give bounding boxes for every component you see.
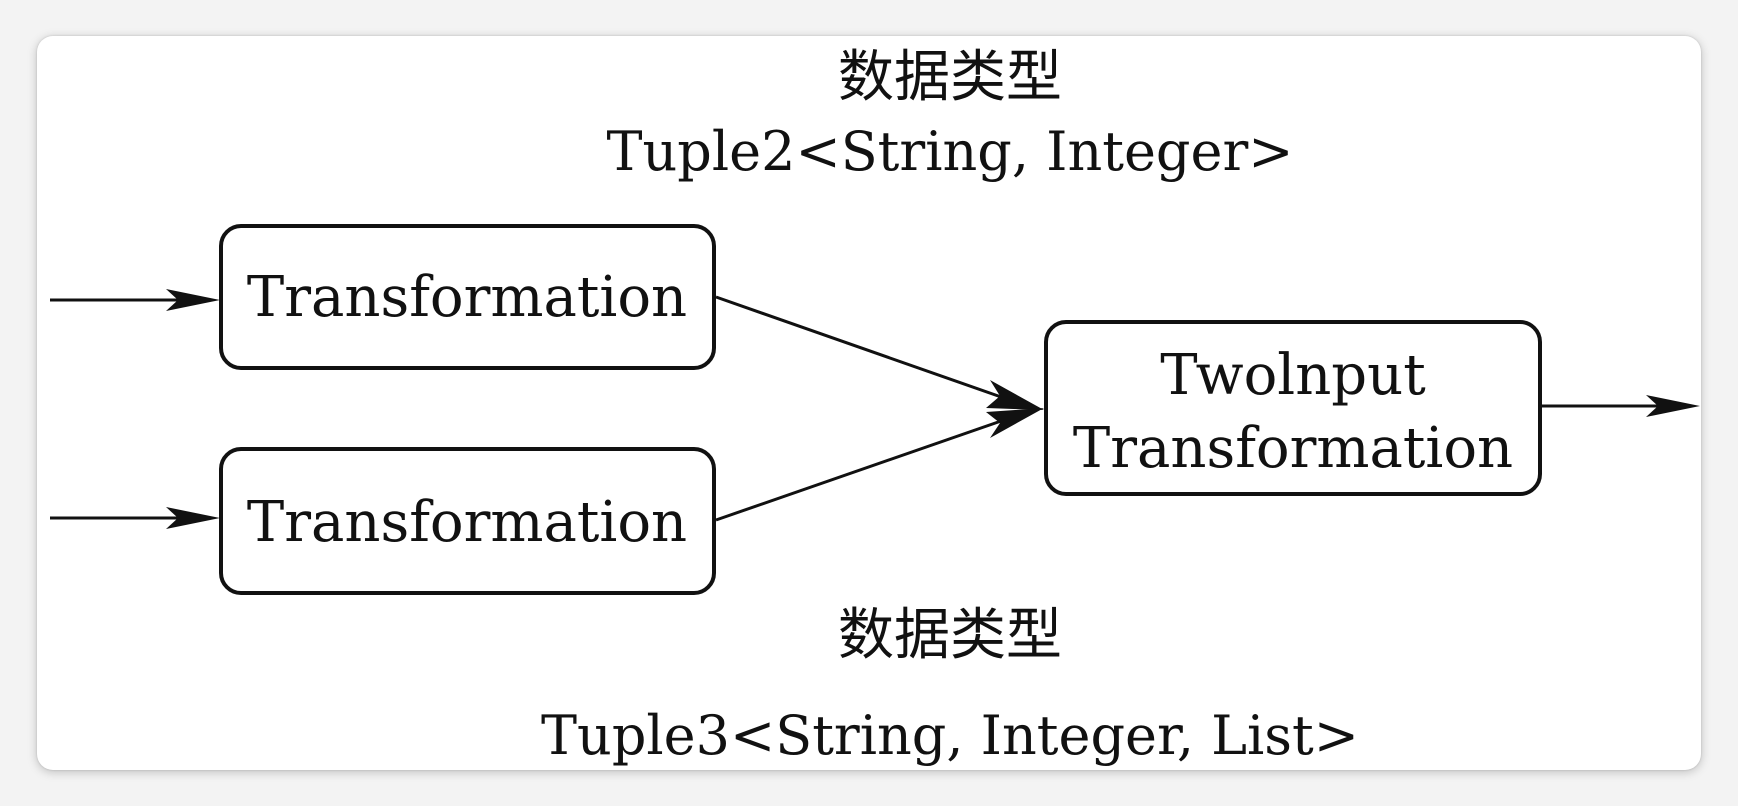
transformation-node-bottom: Transformation [219,447,716,595]
top-annotation-type: Tuple2<String, Integer> [607,120,1294,183]
transformation-node-top: Transformation [219,224,716,370]
top-annotation-title: 数据类型 [838,45,1062,110]
transformation-node-bottom-label: Transformation [247,490,687,555]
two-input-node-label-line1: Twolnput [1160,343,1426,408]
input-edge-bottom [50,507,220,529]
edge-top-to-twoinput [715,295,1044,410]
input-edge-top [50,289,220,311]
two-input-node-label-line2: Transformation [1073,416,1513,481]
bottom-annotation-type: Tuple3<String, Integer, List> [541,704,1359,767]
bottom-annotation-title: 数据类型 [838,603,1062,668]
two-input-transformation-node: Twolnput Transformation [1044,320,1542,496]
transformation-node-top-label: Transformation [247,265,687,330]
output-edge [1542,395,1700,417]
transformation-diagram: 数据类型 Tuple2<String, Integer> Transformat… [50,45,1700,767]
edge-bottom-to-twoinput [715,408,1044,522]
